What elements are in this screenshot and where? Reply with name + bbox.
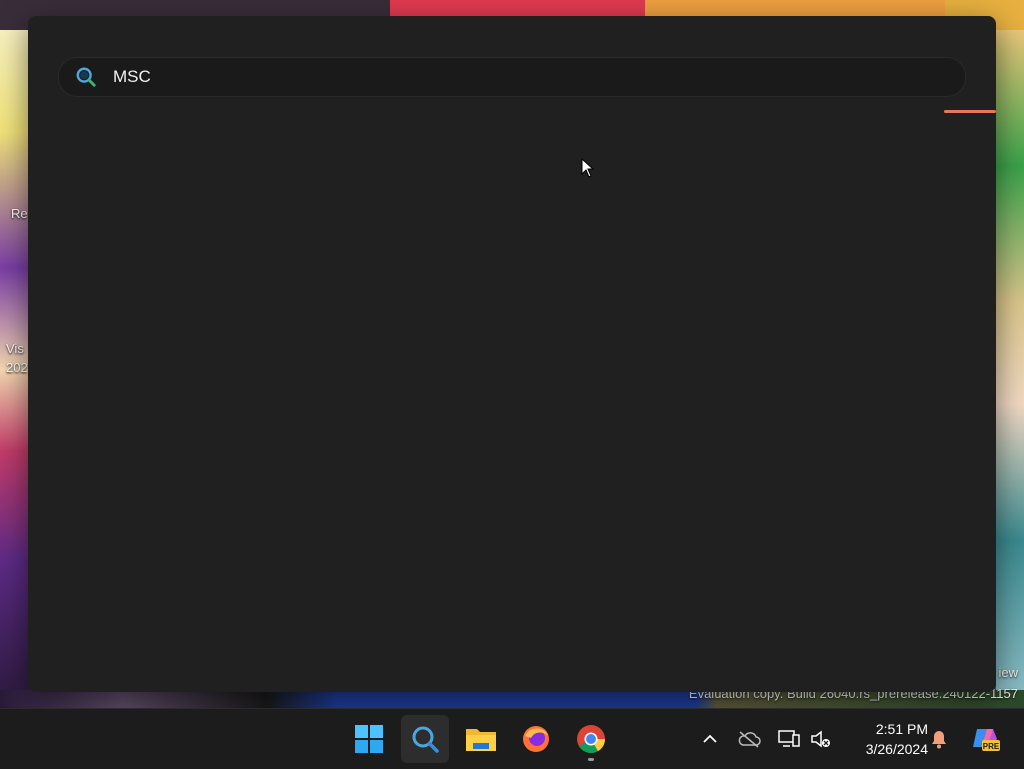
folder-icon <box>466 729 496 751</box>
search-icon <box>412 726 439 753</box>
network-icon <box>778 730 800 747</box>
start-button[interactable] <box>345 715 393 763</box>
search-input[interactable] <box>111 66 895 88</box>
loading-indicator <box>944 110 996 113</box>
search-button[interactable] <box>401 715 449 763</box>
watermark-line: iew <box>998 665 1018 680</box>
desktop-icon-label[interactable]: 202 <box>6 360 28 375</box>
running-indicator <box>588 758 594 761</box>
onedrive-button[interactable] <box>737 727 761 751</box>
file-explorer-button[interactable] <box>457 715 505 763</box>
desktop-icon-label[interactable]: Vis <box>6 341 24 356</box>
copilot-icon: PRE <box>973 729 1000 751</box>
notifications-button[interactable] <box>927 727 951 751</box>
copilot-badge: PRE <box>983 742 1000 751</box>
clock[interactable]: 2:51 PM 3/26/2024 <box>840 719 928 759</box>
copilot-button[interactable]: PRE <box>970 727 1002 751</box>
search-icon <box>76 67 96 87</box>
firefox-icon <box>523 726 549 752</box>
taskbar: 2:51 PM 3/26/2024 PRE <box>0 708 1024 769</box>
search-flyout <box>28 16 996 692</box>
volume-muted-icon <box>811 730 830 748</box>
volume-button[interactable] <box>809 727 833 751</box>
clock-time: 2:51 PM <box>875 721 928 737</box>
cloud-offline-icon <box>738 731 761 748</box>
show-hidden-icons-button[interactable] <box>698 727 722 751</box>
clock-date: 3/26/2024 <box>865 741 928 757</box>
search-box[interactable] <box>58 57 966 97</box>
network-button[interactable] <box>777 727 801 751</box>
chrome-button[interactable] <box>567 715 615 763</box>
windows-logo-icon <box>355 725 383 753</box>
bell-icon <box>932 731 946 749</box>
desktop-icon-label[interactable]: Re <box>11 206 28 221</box>
mouse-cursor-icon <box>581 158 595 178</box>
chevron-up-icon <box>703 734 717 743</box>
chrome-icon <box>577 725 605 753</box>
firefox-button[interactable] <box>512 715 560 763</box>
